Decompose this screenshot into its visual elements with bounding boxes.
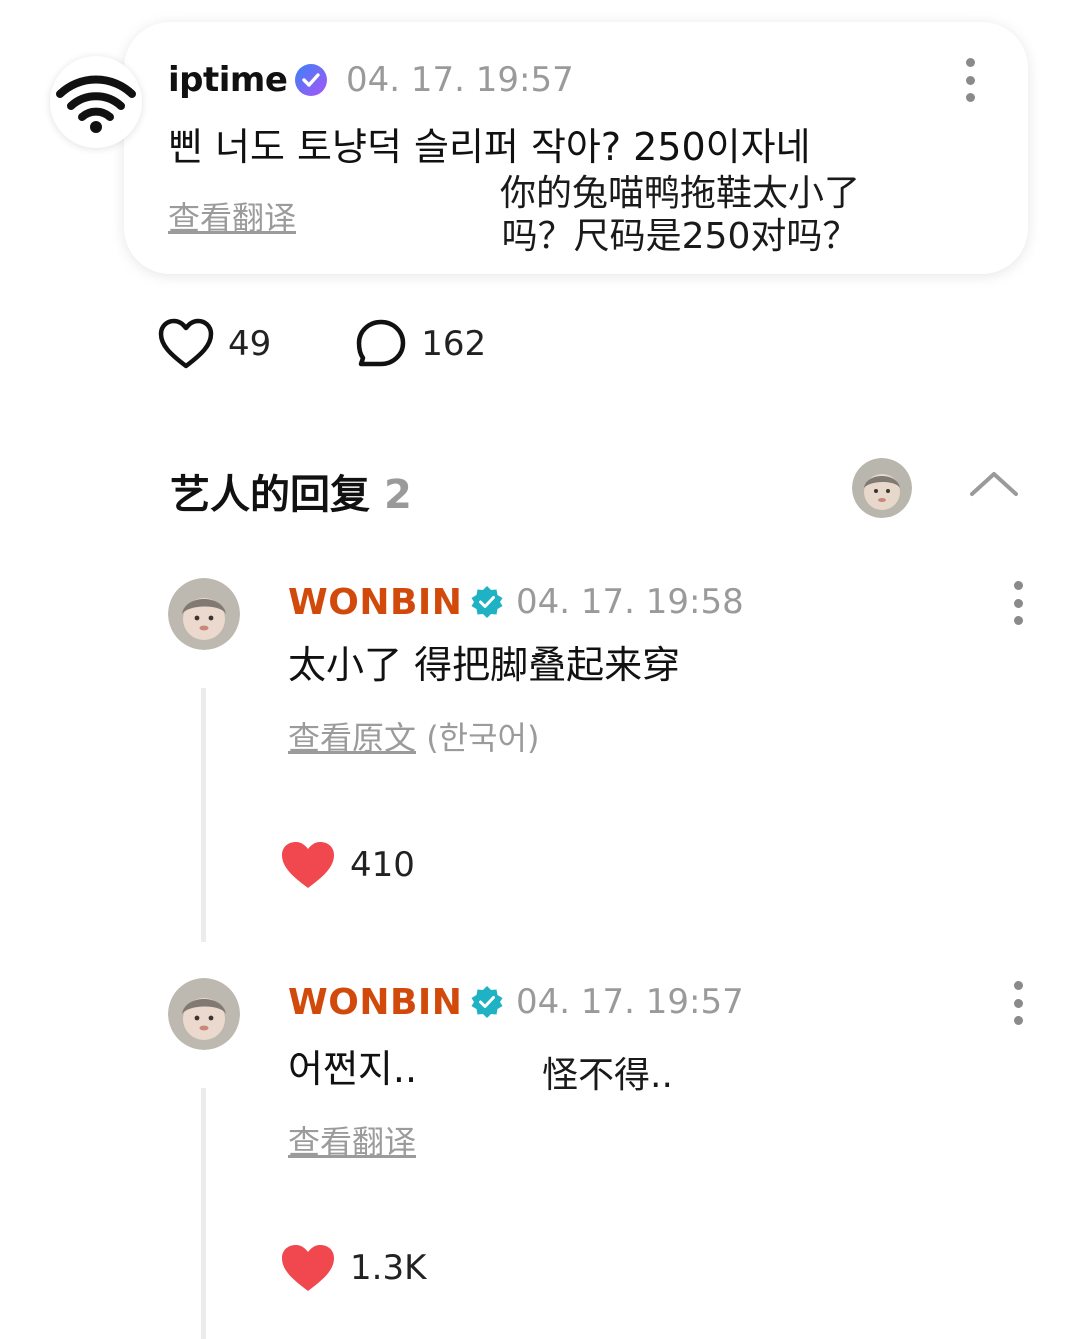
post-text: 삔 너도 토냥덕 슬리퍼 작아? 250이자네 [168, 125, 811, 169]
post-author-avatar[interactable] [50, 56, 142, 148]
like-count: 49 [228, 324, 272, 364]
comment-count: 162 [421, 324, 487, 364]
verified-check-icon [471, 586, 503, 618]
post-detail-page: iptime 04. 17. 19:57 삔 너도 토냥덕 슬리퍼 작아? 25… [0, 0, 1080, 1339]
comment-like-count: 410 [350, 845, 415, 885]
like-button[interactable]: 49 [158, 318, 271, 370]
comment-author[interactable]: WONBIN [288, 978, 504, 1026]
post-more-button[interactable] [963, 58, 977, 102]
comment-translation-overlay: 怪不得.. [542, 1055, 673, 1096]
heart-filled-icon [282, 1245, 334, 1291]
comment-like-button[interactable]: 1.3K [280, 1240, 426, 1296]
comment-text: 太小了 得把脚叠起来穿 [288, 643, 681, 687]
post-translate-link[interactable]: 查看翻译 [168, 196, 296, 240]
post-username[interactable]: iptime [168, 60, 288, 100]
comment-like-count: 1.3K [350, 1248, 427, 1288]
artist-replies-count: 2 [384, 472, 412, 518]
post-translation-overlay: 你的兔喵鸭拖鞋太小了吗？尺码是250对吗？ [499, 173, 860, 257]
artist-replies-title: 艺人的回复 [170, 472, 370, 518]
view-translation-label[interactable]: 查看翻译 [288, 1123, 416, 1161]
post-timestamp: 04. 17. 19:57 [346, 60, 574, 100]
kebab-menu-icon [1013, 581, 1023, 590]
comment-timestamp: 04. 17. 19:58 [516, 582, 744, 622]
comment-text: 어쩐지.. [288, 1047, 418, 1091]
original-language: (한국어) [426, 719, 540, 757]
comment-avatar[interactable] [168, 578, 240, 650]
comment-avatar[interactable] [168, 978, 240, 1050]
post-author[interactable]: iptime [168, 56, 329, 104]
view-original-label[interactable]: 查看原文 [288, 719, 416, 757]
chevron-up-icon[interactable] [968, 466, 1020, 500]
comment-author[interactable]: WONBIN [288, 578, 504, 626]
verified-check-icon [471, 986, 503, 1018]
view-original-link[interactable]: 查看原文 (한국어) [288, 716, 539, 760]
post-actions: 49 162 [158, 316, 486, 372]
thread-line [201, 1088, 206, 1339]
heart-filled-icon [282, 842, 334, 888]
comment-username[interactable]: WONBIN [288, 582, 462, 623]
kebab-menu-icon [1013, 981, 1023, 990]
comment-more-button[interactable] [1011, 581, 1025, 625]
thread-line [201, 688, 206, 942]
verified-badge-icon [295, 64, 328, 96]
artist-avatar-small[interactable] [852, 458, 912, 518]
wifi-icon [56, 75, 136, 133]
heart-outline-icon [158, 318, 214, 369]
comment-like-button[interactable]: 410 [280, 837, 415, 893]
comment-button[interactable]: 162 [355, 318, 486, 370]
kebab-menu-icon [965, 58, 975, 67]
artist-replies-header: 艺人的回复 2 [170, 462, 412, 520]
comment-timestamp: 04. 17. 19:57 [516, 982, 744, 1022]
comment-username[interactable]: WONBIN [288, 982, 462, 1023]
comment-more-button[interactable] [1011, 981, 1025, 1025]
speech-bubble-icon [357, 319, 406, 367]
view-translation-link[interactable]: 查看翻译 [288, 1120, 416, 1164]
